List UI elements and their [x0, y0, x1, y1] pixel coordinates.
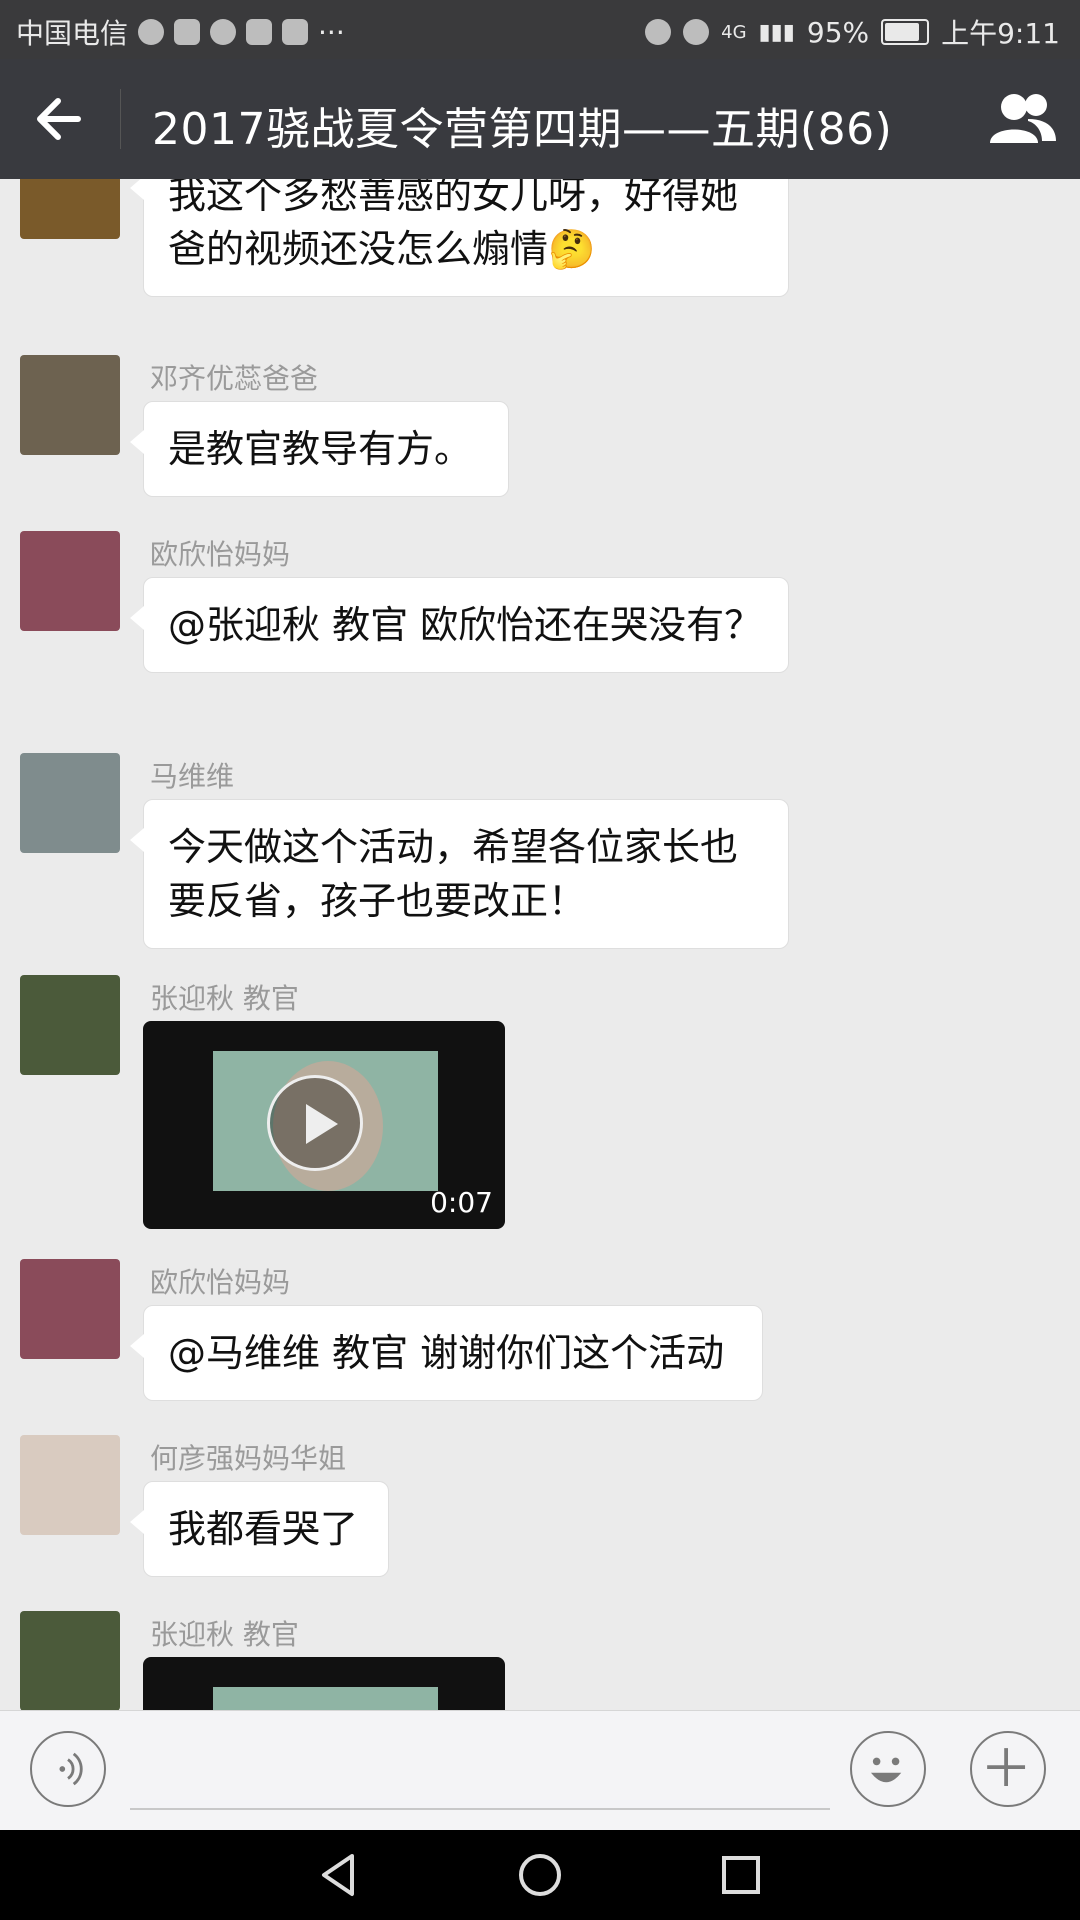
clock: 上午9:11	[941, 17, 1060, 50]
video-thumbnail	[213, 1687, 438, 1710]
lock-icon	[174, 19, 201, 45]
browser-icon	[246, 19, 273, 45]
avatar[interactable]	[20, 753, 120, 853]
play-icon[interactable]	[267, 1075, 363, 1171]
signal-icon: ▮▮▮	[758, 19, 795, 45]
network-label: 4G	[721, 21, 747, 43]
message-bubble[interactable]: 我这个多愁善感的女儿呀，好得她爸的视频还没怎么煽情🤔	[130, 179, 789, 297]
chat-header: 2017骁战夏令营第四期——五期(86)	[0, 59, 1080, 179]
message-bubble[interactable]: 今天做这个活动，希望各位家长也要反省，孩子也要改正！	[130, 799, 789, 949]
video-message[interactable]: 0:07	[143, 1021, 505, 1229]
nav-recents-icon[interactable]	[714, 1848, 768, 1902]
plus-icon[interactable]	[970, 1731, 1046, 1807]
emoji-icon[interactable]	[850, 1731, 926, 1807]
video-message[interactable]	[143, 1657, 505, 1710]
nav-back-icon[interactable]	[312, 1848, 366, 1902]
baidu-icon	[282, 19, 309, 45]
avatar[interactable]	[20, 179, 120, 239]
chat-title: 2017骁战夏令营第四期——五期(86)	[152, 104, 893, 155]
avatar[interactable]	[20, 1259, 120, 1359]
voice-icon[interactable]	[30, 1731, 106, 1807]
cloud-icon	[138, 19, 165, 45]
carrier-label: 中国电信	[16, 17, 129, 50]
battery-percent: 95%	[806, 15, 870, 49]
status-bar: 中国电信 ··· 4G ▮▮▮ 95% 上午9:11	[0, 0, 1080, 59]
battery-icon	[881, 19, 930, 45]
back-arrow-icon[interactable]	[30, 91, 90, 147]
message-bubble[interactable]: @张迎秋 教官 欧欣怡还在哭没有？	[130, 577, 789, 673]
sender-name: 何彦强妈妈华姐	[150, 1442, 347, 1475]
nav-home-icon[interactable]	[513, 1848, 567, 1902]
message-bubble[interactable]: 我都看哭了	[130, 1481, 389, 1577]
sender-name: 张迎秋 教官	[150, 1618, 299, 1651]
sender-name: 张迎秋 教官	[150, 982, 299, 1015]
sender-name: 欧欣怡妈妈	[150, 538, 291, 571]
eye-icon	[645, 19, 672, 45]
wifi-icon	[683, 19, 710, 45]
sender-name: 欧欣怡妈妈	[150, 1266, 291, 1299]
qq-icon	[210, 19, 237, 45]
message-list[interactable]: 我这个多愁善感的女儿呀，好得她爸的视频还没怎么煽情🤔 邓齐优蕊爸爸 是教官教导有…	[0, 179, 1080, 1710]
input-bar	[0, 1710, 1080, 1831]
sender-name: 马维维	[150, 760, 235, 793]
message-input[interactable]	[130, 1808, 830, 1810]
avatar[interactable]	[20, 975, 120, 1075]
system-nav-bar	[0, 1830, 1080, 1920]
avatar[interactable]	[20, 355, 120, 455]
more-notifications: ···	[318, 15, 345, 49]
header-divider	[120, 89, 121, 149]
message-bubble[interactable]: 是教官教导有方。	[130, 401, 509, 497]
avatar[interactable]	[20, 531, 120, 631]
sender-name: 邓齐优蕊爸爸	[150, 362, 319, 395]
message-bubble[interactable]: @马维维 教官 谢谢你们这个活动	[130, 1305, 763, 1401]
video-duration: 0:07	[430, 1186, 493, 1219]
group-members-icon[interactable]	[988, 89, 1058, 149]
avatar[interactable]	[20, 1435, 120, 1535]
avatar[interactable]	[20, 1611, 120, 1710]
